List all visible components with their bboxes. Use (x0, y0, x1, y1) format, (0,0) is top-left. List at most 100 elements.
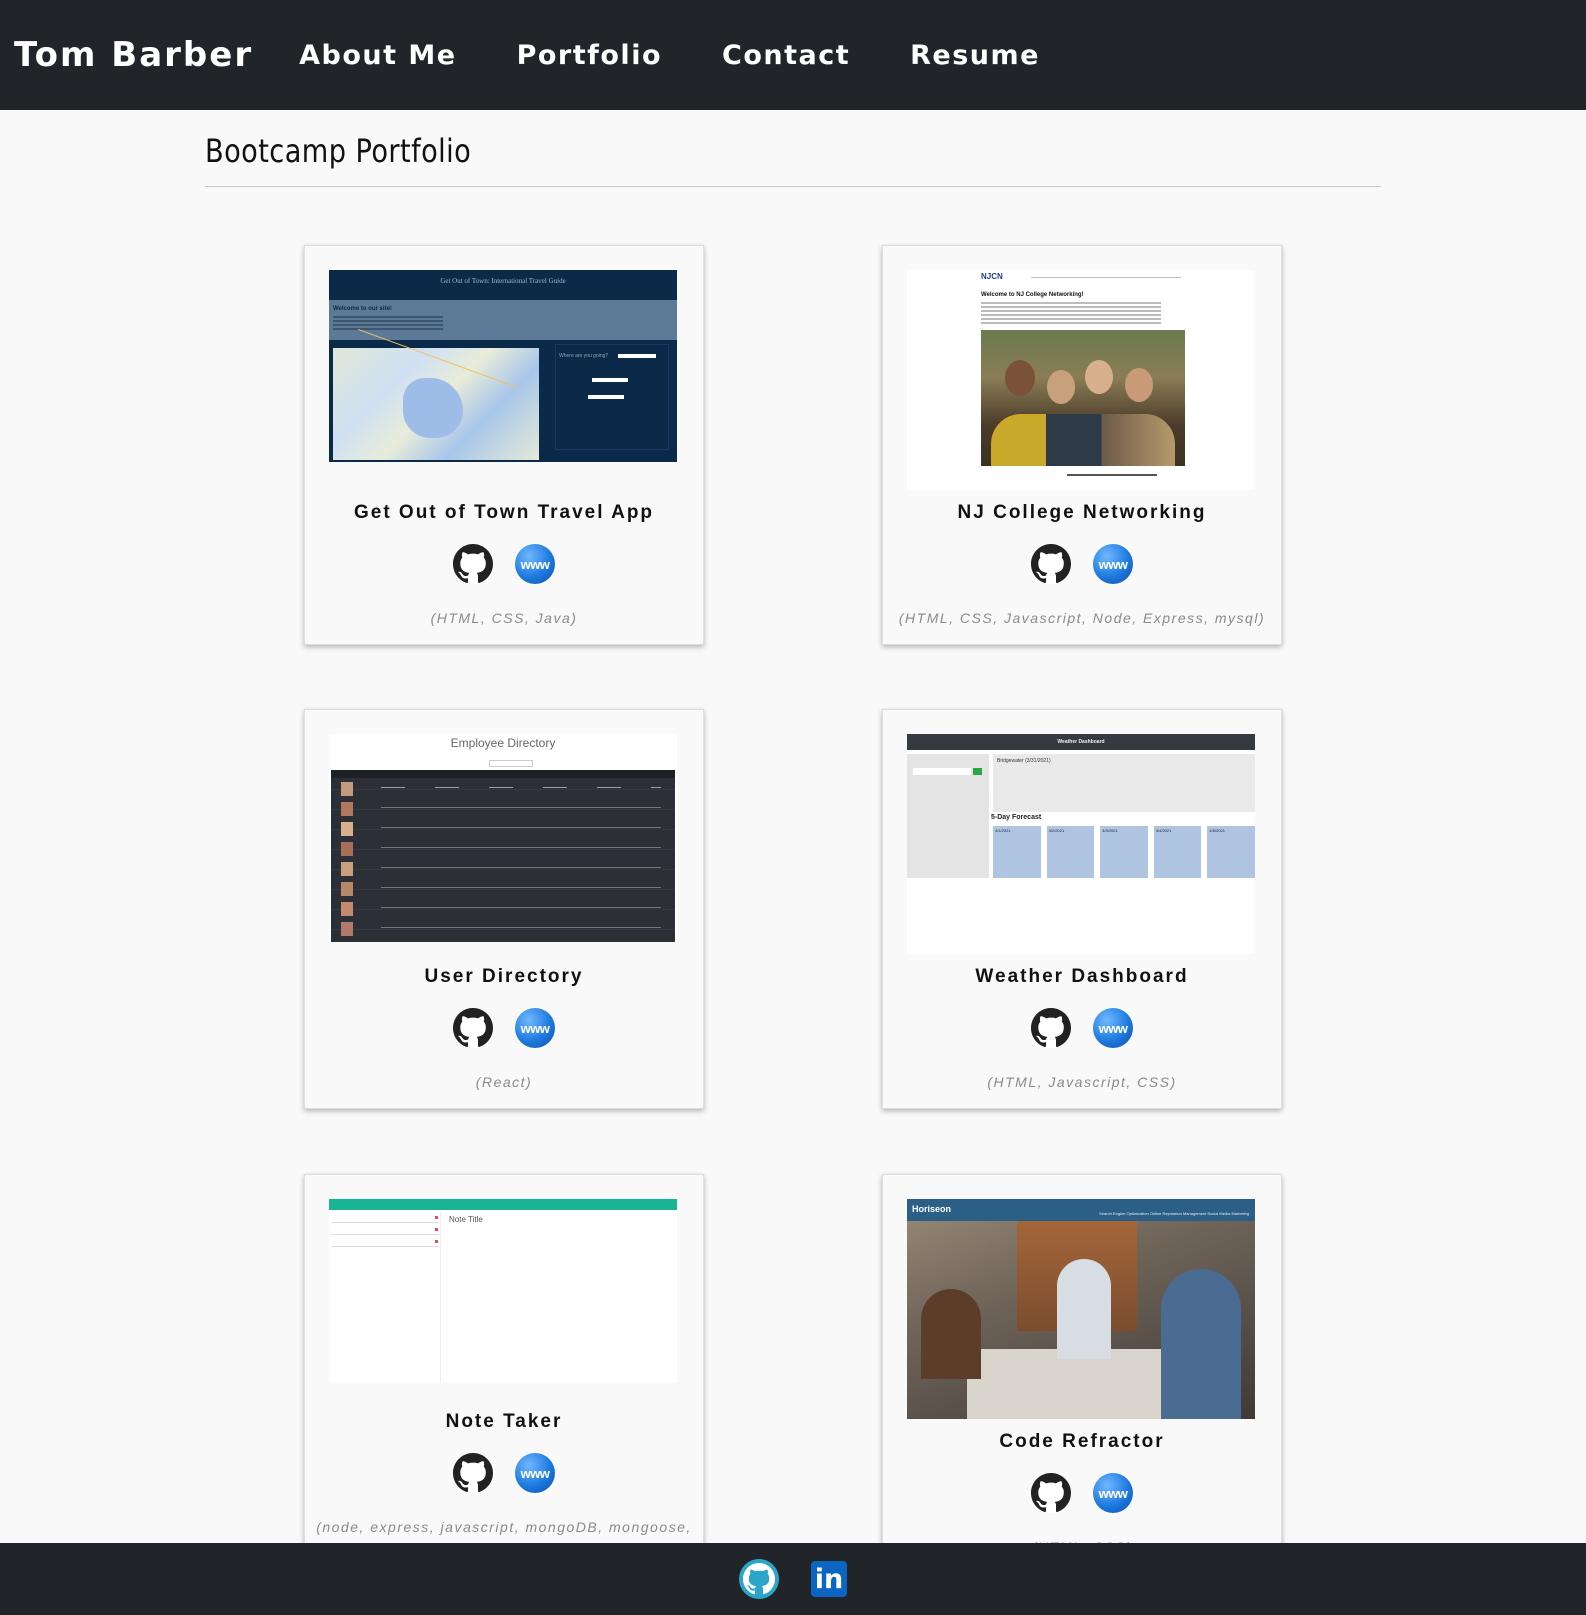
nav-portfolio[interactable]: Portfolio (517, 40, 662, 71)
project-screenshot-nj-college[interactable]: NJCN Welcome to NJ College Networking! (907, 270, 1255, 490)
nav-contact[interactable]: Contact (722, 40, 850, 71)
forecast-day: 4/2/2021 (1046, 826, 1095, 878)
thumb-topbar (329, 1199, 677, 1210)
thumb-shirts (991, 414, 1175, 466)
forecast-day: 4/4/2021 (1153, 826, 1202, 878)
project-screenshot-travel[interactable]: Get Out of Town: International Travel Gu… (329, 270, 677, 462)
www-icon[interactable]: www (515, 1008, 555, 1048)
github-icon[interactable] (1031, 544, 1071, 584)
thumb-search-btn (973, 768, 982, 775)
project-links: www (883, 544, 1281, 584)
thumb-heading: Employee Directory (450, 736, 556, 750)
www-icon[interactable]: www (515, 1453, 555, 1493)
thumb-footer-line (1067, 474, 1157, 476)
page-title: Bootcamp Portfolio (205, 132, 472, 170)
project-tech: (HTML, CSS, Java) (430, 610, 578, 626)
github-icon[interactable] (453, 1453, 493, 1493)
footer-linkedin-icon[interactable]: in (811, 1561, 847, 1597)
thumb-heading: Welcome to NJ College Networking! (981, 292, 1084, 298)
forecast-day: 4/3/2021 (1100, 826, 1148, 878)
thumb-map-water (403, 378, 463, 438)
brand-name[interactable]: Tom Barber (14, 35, 253, 75)
project-links: www (305, 544, 703, 584)
project-card-travel: Get Out of Town: International Travel Gu… (304, 245, 704, 645)
project-links: www (883, 1473, 1281, 1513)
thumb-logo: NJCN (981, 272, 1003, 281)
thumb-search-box (489, 760, 533, 767)
www-icon[interactable]: www (1093, 1473, 1133, 1513)
thumb-menu: Search Engine Optimization Online Reputa… (1099, 1211, 1249, 1216)
nav-resume[interactable]: Resume (910, 40, 1040, 71)
project-links: www (305, 1008, 703, 1048)
navbar: Tom Barber About Me Portfolio Contact Re… (0, 0, 1586, 110)
project-screenshot-weather[interactable]: Weather Dashboard Bridgewater (3/31/2021… (907, 734, 1255, 954)
github-icon[interactable] (1031, 1008, 1071, 1048)
thumb-form-panel: Where are you going? (555, 344, 669, 450)
thumb-row-text (381, 787, 661, 788)
project-title: Code Refractor (999, 1431, 1165, 1452)
project-tech: (HTML, Javascript, CSS) (987, 1074, 1177, 1090)
thumb-person-1 (1005, 360, 1035, 396)
thumb-note-rows (331, 1222, 439, 1223)
project-tech: (node, express, javascript, mongoDB, mon… (316, 1519, 692, 1535)
thumb-forecast-days: 4/1/2021 4/2/2021 4/3/2021 4/4/2021 4/5/… (993, 826, 1255, 878)
project-card-weather: Weather Dashboard Bridgewater (3/31/2021… (882, 709, 1282, 1109)
footer-github-icon[interactable] (739, 1559, 779, 1599)
github-icon[interactable] (453, 1008, 493, 1048)
thumb-photo (981, 330, 1185, 466)
thumb-person-left (921, 1289, 981, 1379)
www-icon[interactable]: www (1093, 1008, 1133, 1048)
thumb-header-bar: Horiseon Search Engine Optimization Onli… (907, 1199, 1255, 1221)
thumb-person-3 (1085, 360, 1113, 394)
project-tech: (HTML, CSS, Javascript, Node, Express, m… (898, 610, 1266, 626)
thumb-city: Bridgewater (3/31/2021) (997, 758, 1051, 764)
thumb-person-mid (1057, 1259, 1111, 1359)
github-icon[interactable] (1031, 1473, 1071, 1513)
project-links: www (305, 1453, 703, 1493)
project-title: NJ College Networking (957, 502, 1207, 523)
thumb-question: Where are you going? (559, 353, 609, 359)
nav-about-me[interactable]: About Me (299, 40, 456, 71)
thumb-person-right (1161, 1269, 1241, 1419)
thumb-input-3 (588, 395, 624, 399)
project-screenshot-code-refractor[interactable]: Horiseon Search Engine Optimization Onli… (907, 1199, 1255, 1419)
project-links: www (883, 1008, 1281, 1048)
thumb-input-2 (592, 378, 628, 382)
thumb-current: Bridgewater (3/31/2021) (993, 754, 1255, 812)
thumb-person-2 (1047, 370, 1075, 404)
thumb-heading: Get Out of Town: International Travel Gu… (440, 277, 566, 285)
www-icon[interactable]: www (515, 544, 555, 584)
project-tech: (React) (475, 1074, 533, 1090)
thumb-welcome-lines (333, 316, 443, 318)
thumb-logo: Horiseon (912, 1204, 952, 1214)
project-screenshot-user-directory[interactable]: Employee Directory (329, 734, 677, 942)
forecast-day: 4/5/2021 (1207, 826, 1255, 878)
title-divider (205, 186, 1381, 187)
thumb-person-4 (1125, 368, 1153, 402)
forecast-day: 4/1/2021 (993, 826, 1041, 878)
thumb-table-header (331, 770, 675, 778)
thumb-nav-lines (1031, 277, 1181, 278)
project-title: Get Out of Town Travel App (353, 502, 655, 523)
thumb-note-list (329, 1211, 441, 1383)
www-icon[interactable]: www (1093, 544, 1133, 584)
thumb-topbar: Weather Dashboard (907, 734, 1255, 750)
project-screenshot-note-taker[interactable]: Note Title (329, 1199, 677, 1383)
thumb-input-1 (618, 354, 656, 358)
thumb-welcome: Welcome to our site! (333, 306, 392, 312)
thumb-forecast-label: 5-Day Forecast (991, 814, 1042, 821)
thumb-note-title: Note Title (449, 1215, 483, 1224)
project-card-user-directory: Employee Directory User Directory www (R… (304, 709, 704, 1109)
project-title: Note Taker (445, 1411, 563, 1432)
thumb-avatars (341, 782, 353, 796)
footer: in (0, 1543, 1586, 1615)
project-title: Weather Dashboard (975, 966, 1189, 987)
github-icon[interactable] (453, 544, 493, 584)
thumb-sidebar (907, 754, 989, 878)
thumb-delete-dots (435, 1216, 438, 1219)
thumb-map (333, 328, 539, 460)
project-title: User Directory (424, 966, 584, 987)
thumb-table (331, 770, 675, 942)
thumb-search-input (913, 768, 971, 775)
thumb-text-lines (981, 302, 1161, 304)
